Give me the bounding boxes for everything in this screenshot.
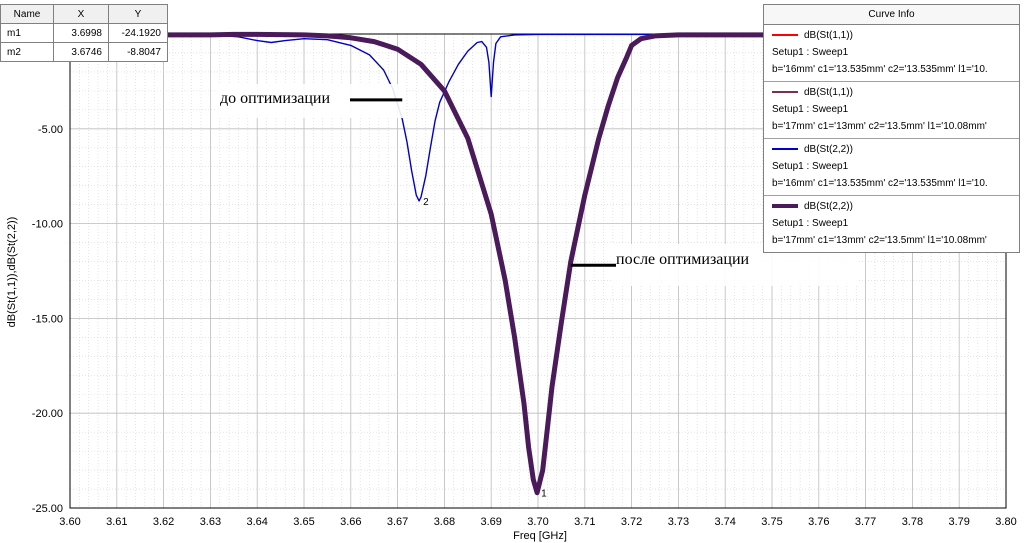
marker-table: Name X Y m1 3.6998 -24.1920 m2 3.6746 -8… bbox=[0, 4, 168, 62]
y-tick-label: -5.00 bbox=[38, 124, 63, 136]
legend-swatch bbox=[772, 34, 798, 37]
marker-x: 3.6746 bbox=[53, 42, 109, 62]
x-axis-label: Freq [GHz] bbox=[513, 530, 567, 542]
legend-curve-name: dB(St(1,1)) bbox=[804, 87, 853, 98]
curve-info-legend[interactable]: Curve Info dB(St(1,1)) Setup1 : Sweep1 b… bbox=[763, 4, 1020, 253]
annotations: до оптимизации после оптимизации bbox=[216, 84, 857, 286]
curve-info-title: Curve Info bbox=[764, 5, 1019, 25]
x-tick-label: 3.80 bbox=[995, 516, 1016, 528]
legend-setup: Setup1 : Sweep1 bbox=[772, 218, 849, 229]
y-tick-label: -10.00 bbox=[32, 219, 63, 231]
marker-col-name: Name bbox=[0, 4, 54, 24]
x-tick-label: 3.64 bbox=[246, 516, 267, 528]
legend-entry[interactable]: dB(St(2,2)) Setup1 : Sweep1 b='17mm' c1=… bbox=[764, 196, 1019, 252]
marker-table-header: Name X Y bbox=[0, 4, 168, 24]
x-tick-label: 3.74 bbox=[714, 516, 735, 528]
x-tick-label: 3.72 bbox=[621, 516, 642, 528]
x-tick-label: 3.79 bbox=[948, 516, 969, 528]
legend-curve-name: dB(St(1,1)) bbox=[804, 30, 853, 41]
y-tick-label: -20.00 bbox=[32, 408, 63, 420]
marker-col-x: X bbox=[53, 4, 109, 24]
legend-entry[interactable]: dB(St(1,1)) Setup1 : Sweep1 b='16mm' c1=… bbox=[764, 25, 1019, 82]
legend-setup: Setup1 : Sweep1 bbox=[772, 104, 849, 115]
y-axis-label: dB(St(1,1)),dB(St(2,2)) bbox=[6, 217, 18, 328]
legend-setup: Setup1 : Sweep1 bbox=[772, 47, 849, 58]
table-row[interactable]: m2 3.6746 -8.8047 bbox=[0, 42, 168, 62]
legend-swatch bbox=[772, 91, 798, 94]
annotation-after: после оптимизации bbox=[616, 251, 750, 268]
x-tick-label: 3.71 bbox=[574, 516, 595, 528]
x-tick-label: 3.66 bbox=[340, 516, 361, 528]
legend-curve-name: dB(St(2,2)) bbox=[804, 144, 853, 155]
x-tick-label: 3.65 bbox=[293, 516, 314, 528]
x-tick-label: 3.68 bbox=[434, 516, 455, 528]
x-tick-label: 3.67 bbox=[387, 516, 408, 528]
marker-label: 1 bbox=[541, 489, 547, 500]
legend-params: b='17mm' c1='13mm' c2='13.5mm' l1='10.08… bbox=[772, 121, 987, 132]
y-tick-label: -15.00 bbox=[32, 313, 63, 325]
marker-name: m2 bbox=[0, 42, 54, 62]
x-tick-label: 3.75 bbox=[761, 516, 782, 528]
table-row[interactable]: m1 3.6998 -24.1920 bbox=[0, 23, 168, 43]
legend-curve-name: dB(St(2,2)) bbox=[804, 201, 853, 212]
x-tick-label: 3.62 bbox=[153, 516, 174, 528]
x-tick-label: 3.73 bbox=[668, 516, 689, 528]
legend-entry[interactable]: dB(St(1,1)) Setup1 : Sweep1 b='17mm' c1=… bbox=[764, 82, 1019, 139]
x-tick-label: 3.60 bbox=[59, 516, 80, 528]
legend-entry[interactable]: dB(St(2,2)) Setup1 : Sweep1 b='16mm' c1=… bbox=[764, 139, 1019, 196]
annotation-before: до оптимизации bbox=[220, 90, 330, 107]
x-tick-label: 3.63 bbox=[200, 516, 221, 528]
x-tick-label: 3.69 bbox=[480, 516, 501, 528]
legend-params: b='17mm' c1='13mm' c2='13.5mm' l1='10.08… bbox=[772, 235, 987, 246]
legend-swatch bbox=[772, 204, 798, 209]
marker-x: 3.6998 bbox=[53, 23, 109, 43]
marker-name: m1 bbox=[0, 23, 54, 43]
legend-setup: Setup1 : Sweep1 bbox=[772, 161, 849, 172]
marker-y: -8.8047 bbox=[108, 42, 168, 62]
x-tick-label: 3.78 bbox=[902, 516, 923, 528]
x-tick-label: 3.76 bbox=[808, 516, 829, 528]
legend-params: b='16mm' c1='13.535mm' c2='13.535mm' l1=… bbox=[772, 64, 988, 75]
marker-col-y: Y bbox=[108, 4, 168, 24]
y-tick-label: -25.00 bbox=[32, 503, 63, 515]
x-tick-label: 3.77 bbox=[855, 516, 876, 528]
x-tick-label: 3.61 bbox=[106, 516, 127, 528]
marker-y: -24.1920 bbox=[108, 23, 168, 43]
legend-swatch bbox=[772, 148, 798, 151]
x-tick-label: 3.70 bbox=[527, 516, 548, 528]
legend-params: b='16mm' c1='13.535mm' c2='13.535mm' l1=… bbox=[772, 178, 988, 189]
marker-label: 2 bbox=[423, 197, 429, 208]
